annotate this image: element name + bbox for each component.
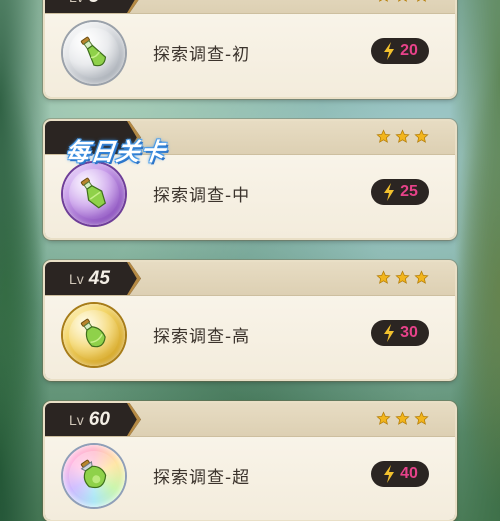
lightning-icon xyxy=(384,465,395,483)
star-icon xyxy=(376,129,391,143)
star-rating xyxy=(376,411,429,426)
energy-cost-badge: 20 xyxy=(371,38,429,64)
level-prefix: Lv xyxy=(69,411,84,428)
level-prefix: Lv xyxy=(69,0,84,5)
level-number: 60 xyxy=(88,408,110,430)
potion-icon xyxy=(80,177,107,209)
level-tab: Lv 5 xyxy=(45,0,141,13)
lightning-icon xyxy=(384,183,395,201)
lightning-icon xyxy=(384,42,395,60)
star-rating xyxy=(376,270,429,285)
energy-cost-value: 20 xyxy=(400,42,418,59)
daily-stage-label: 每日关卡 xyxy=(64,138,168,166)
level-number: 45 xyxy=(88,267,110,289)
star-icon xyxy=(395,270,410,284)
star-icon xyxy=(395,129,410,143)
mission-card-4[interactable]: Lv 60 探索调查-超 40 xyxy=(45,403,455,520)
energy-cost-value: 30 xyxy=(400,324,418,341)
mission-card-1[interactable]: Lv 5 探索调查-初 20 xyxy=(45,0,455,97)
level-tab: Lv 45 xyxy=(45,262,141,295)
star-icon xyxy=(414,129,429,143)
level-tab: Lv 60 xyxy=(45,403,141,436)
star-rating xyxy=(376,0,429,3)
mission-name: 探索调查-中 xyxy=(153,186,251,206)
star-icon xyxy=(417,0,426,2)
potion-icon-frame xyxy=(63,22,125,84)
star-icon xyxy=(376,411,391,425)
potion-icon-frame xyxy=(63,445,125,507)
energy-cost-badge: 25 xyxy=(371,179,429,205)
level-number: 5 xyxy=(89,0,100,8)
star-icon xyxy=(398,0,407,2)
energy-cost-value: 25 xyxy=(400,183,418,200)
star-icon xyxy=(376,270,391,284)
energy-cost-badge: 30 xyxy=(371,320,429,346)
mission-name: 探索调查-高 xyxy=(153,327,251,347)
star-rating xyxy=(376,129,429,144)
star-icon xyxy=(414,411,429,425)
potion-icon xyxy=(80,459,107,489)
potion-icon-frame xyxy=(63,304,125,366)
lightning-icon xyxy=(384,324,395,342)
star-icon xyxy=(395,411,410,425)
card-header: Lv 45 xyxy=(45,262,455,296)
mission-name: 探索调查-初 xyxy=(153,45,251,65)
potion-icon-frame xyxy=(63,163,125,225)
star-icon xyxy=(414,270,429,284)
card-header: Lv 60 xyxy=(45,403,455,437)
energy-cost-badge: 40 xyxy=(371,461,429,487)
potion-icon xyxy=(80,318,106,348)
potion-icon xyxy=(80,36,107,67)
mission-name: 探索调查-超 xyxy=(153,468,251,488)
star-icon xyxy=(379,0,388,2)
card-header: Lv 5 xyxy=(45,0,455,14)
mission-card-3[interactable]: Lv 45 探索调查-高 30 xyxy=(45,262,455,379)
energy-cost-value: 40 xyxy=(400,465,418,482)
level-prefix: Lv xyxy=(69,270,84,287)
